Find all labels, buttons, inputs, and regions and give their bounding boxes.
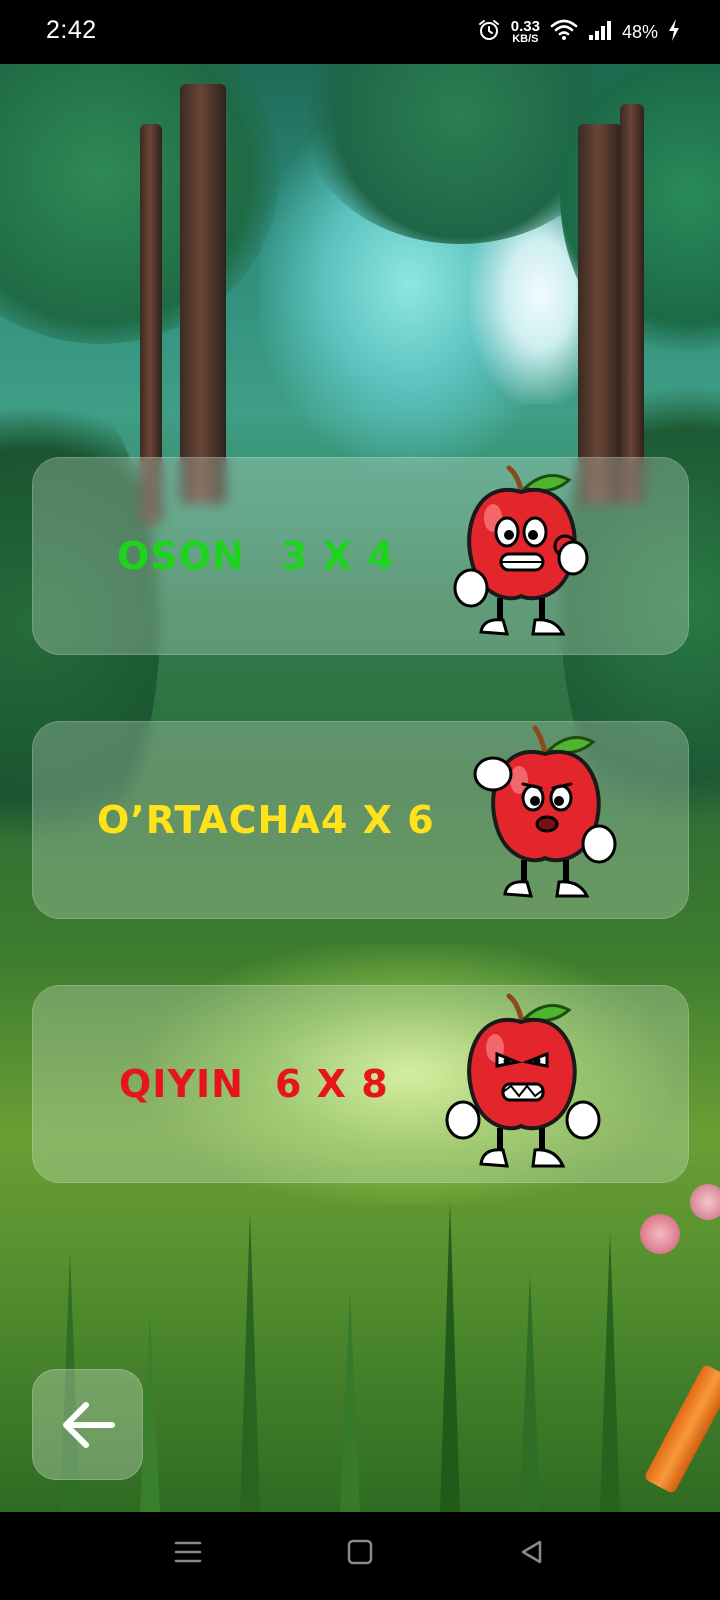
network-speed-unit: KB/S xyxy=(512,33,539,45)
arrow-left-icon xyxy=(63,1402,115,1448)
level-grid-size: 3 X 4 xyxy=(281,534,395,578)
angry-apple-icon xyxy=(445,993,601,1168)
level-grid-size: 6 X 8 xyxy=(275,1062,389,1106)
thinking-apple-icon xyxy=(473,725,617,898)
menu-icon[interactable] xyxy=(174,1538,202,1570)
happy-apple-icon xyxy=(453,465,589,636)
level-card-medium[interactable]: O’RTACHA 4 X 6 xyxy=(32,721,689,919)
pink-flower-icon xyxy=(690,1184,720,1220)
crayon-icon xyxy=(643,1363,720,1495)
home-icon[interactable] xyxy=(346,1538,374,1570)
level-name: O’RTACHA xyxy=(97,798,321,842)
level-name: OSON xyxy=(117,534,245,578)
level-grid-size: 4 X 6 xyxy=(321,798,435,842)
game-screen: OSON 3 X 4 O’RTACHA 4 X 6 QIYIN 6 X 8 xyxy=(0,64,720,1512)
pink-flower-icon xyxy=(640,1214,680,1254)
navigation-bar xyxy=(0,1512,720,1600)
network-speed-value: 0.33 xyxy=(510,18,540,35)
alarm-icon xyxy=(477,18,501,46)
status-icons: 0.33 KB/S 48% xyxy=(477,14,680,50)
wifi-icon xyxy=(550,18,578,46)
charging-icon xyxy=(668,19,680,45)
back-triangle-icon[interactable] xyxy=(518,1538,546,1570)
level-name: QIYIN xyxy=(119,1062,244,1106)
signal-icon xyxy=(588,19,612,45)
status-bar: 2:42 0.33 KB/S 48% xyxy=(0,0,720,64)
network-speed: 0.33 KB/S xyxy=(511,19,540,45)
status-time: 2:42 xyxy=(46,16,97,44)
level-card-easy[interactable]: OSON 3 X 4 xyxy=(32,457,689,655)
battery-percent: 48% xyxy=(621,21,658,42)
level-card-hard[interactable]: QIYIN 6 X 8 xyxy=(32,985,689,1183)
back-button[interactable] xyxy=(32,1369,143,1480)
